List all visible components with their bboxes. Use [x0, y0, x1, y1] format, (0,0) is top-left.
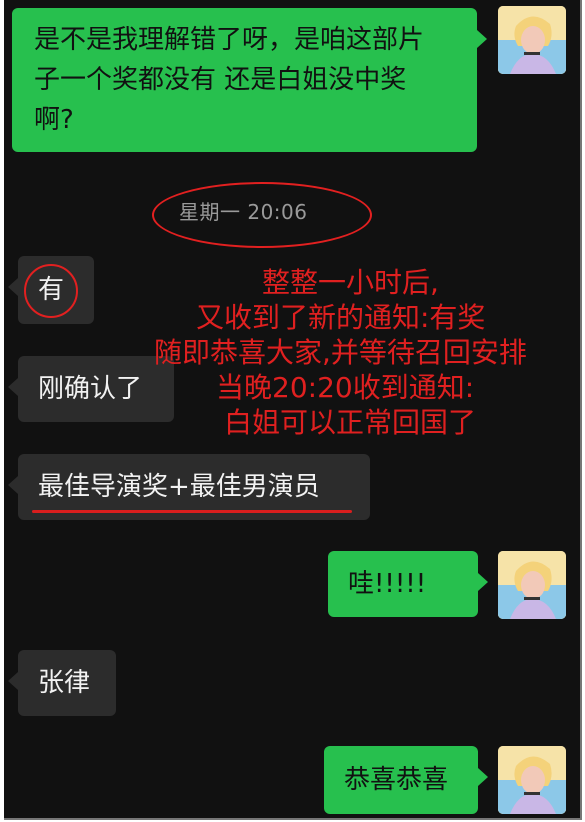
reply-highlight-circle	[24, 264, 78, 318]
message-text: 张律	[38, 668, 91, 698]
message-text: 刚确认了	[38, 374, 143, 404]
avatar[interactable]	[498, 746, 566, 814]
avatar-image	[498, 746, 566, 814]
timestamp-highlight-circle	[152, 182, 372, 248]
avatar[interactable]	[498, 551, 566, 619]
message-bubble-incoming[interactable]: 张律	[8, 650, 116, 716]
avatar-image	[498, 6, 566, 74]
message-bubble-incoming[interactable]: 刚确认了	[8, 356, 174, 422]
award-text-underline	[32, 510, 352, 513]
chat-screen: 是不是我理解错了呀，是咱这部片 子一个奖都没有 还是白姐没中奖 啊? 星期一 2…	[4, 0, 582, 820]
message-text-line: 是不是我理解错了呀，是咱这部片	[34, 25, 425, 55]
message-bubble-outgoing[interactable]: 是不是我理解错了呀，是咱这部片 子一个奖都没有 还是白姐没中奖 啊?	[12, 8, 487, 152]
annotation-line: 又收到了新的通知:有奖	[196, 301, 486, 334]
annotation-line: 白姐可以正常回国了	[224, 406, 477, 439]
annotation-overlay: 整整一小时后, 又收到了新的通知:有奖 随即恭喜大家,并等待召回安排 当晚20:…	[154, 265, 580, 440]
message-bubble-outgoing[interactable]: 哇!!!!!	[328, 551, 488, 617]
avatar-image	[498, 551, 566, 619]
message-text: 最佳导演奖+最佳男演员	[38, 472, 320, 502]
message-text: 恭喜恭喜	[344, 765, 449, 795]
message-text-line: 啊?	[34, 105, 74, 135]
avatar[interactable]	[498, 6, 566, 74]
annotation-line: 随即恭喜大家,并等待召回安排	[154, 336, 527, 369]
message-text: 哇!!!!!	[348, 569, 427, 599]
message-text-line: 子一个奖都没有 还是白姐没中奖	[34, 65, 407, 95]
message-bubble-outgoing[interactable]: 恭喜恭喜	[324, 746, 488, 814]
annotation-line: 整整一小时后,	[262, 266, 439, 299]
annotation-line: 当晚20:20收到通知:	[216, 371, 475, 404]
